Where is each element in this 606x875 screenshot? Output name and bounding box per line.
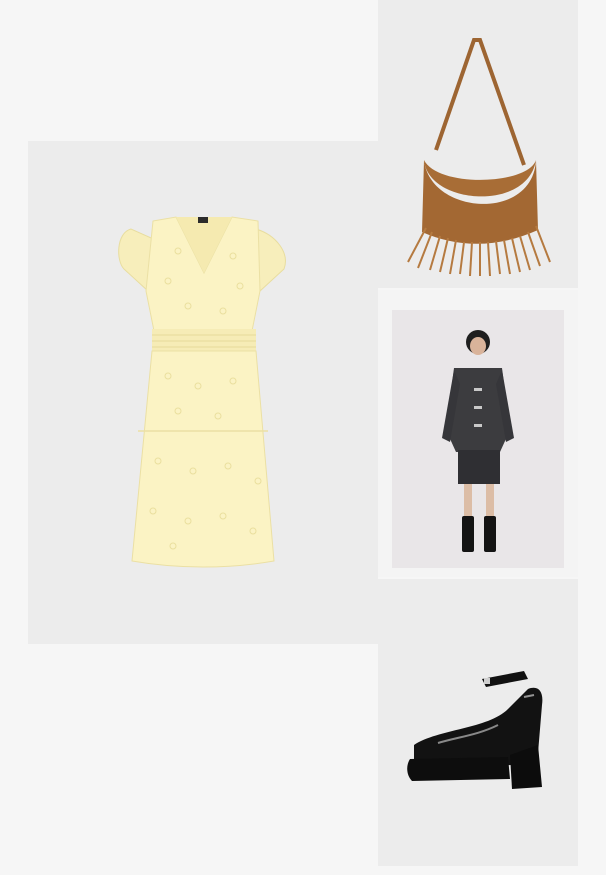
bag-image <box>407 38 551 277</box>
shoe-image <box>407 671 543 789</box>
model-image <box>442 330 514 552</box>
product-tile-dress[interactable] <box>28 141 378 644</box>
dress-image <box>118 216 286 568</box>
product-tile-shoe[interactable] <box>378 579 578 866</box>
product-tile-look[interactable] <box>378 290 578 577</box>
product-tile-bag[interactable] <box>378 0 578 288</box>
model-photo-frame <box>392 310 564 568</box>
